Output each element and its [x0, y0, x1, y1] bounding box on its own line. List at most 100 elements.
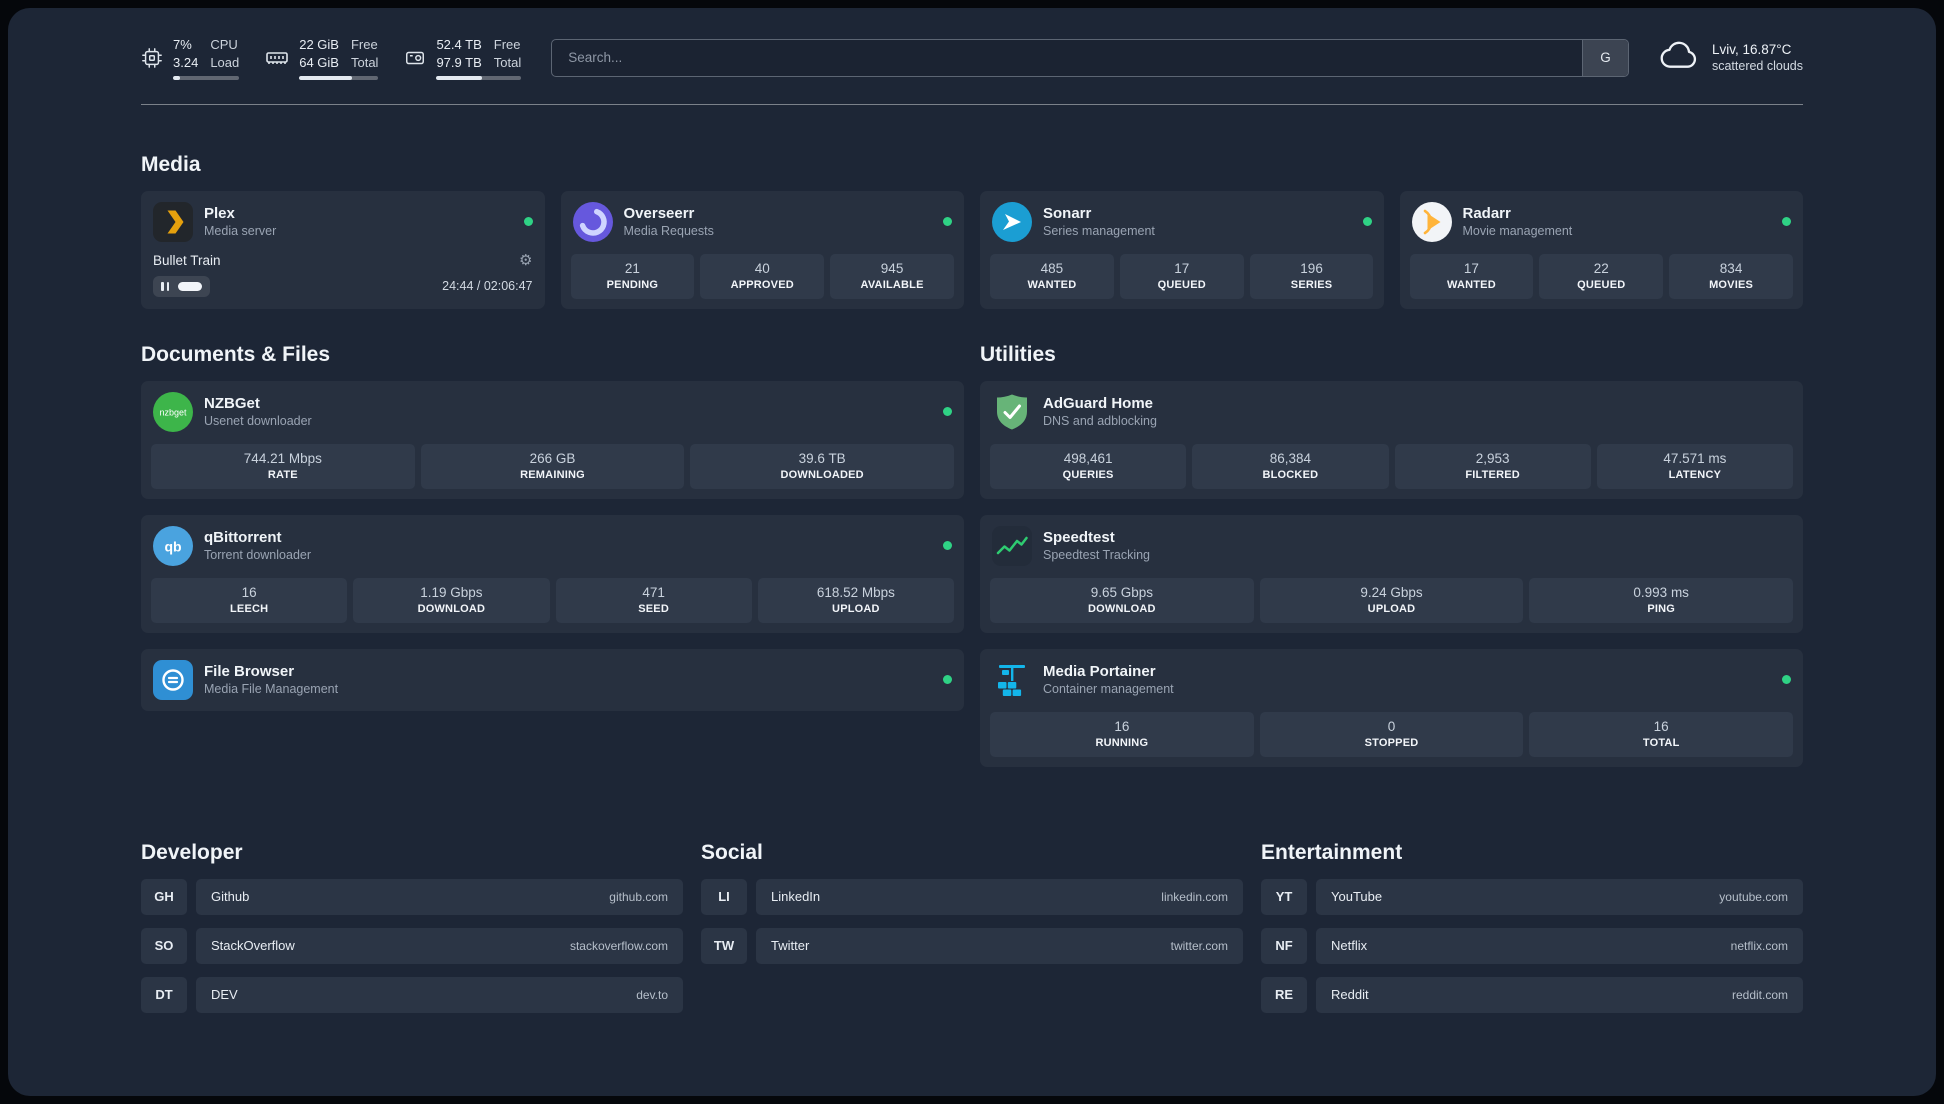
status-dot — [523, 217, 533, 227]
bookmark-stackoverflow[interactable]: SO StackOverflow stackoverflow.com — [141, 927, 683, 964]
stat-tile: 21 PENDING — [570, 253, 695, 299]
bookmark-github[interactable]: GH Github github.com — [141, 878, 683, 915]
bookmark-link[interactable]: StackOverflow stackoverflow.com — [196, 927, 683, 964]
section-documents: Documents & Files nzbget NZBGet Usenet d… — [141, 343, 964, 727]
service-card-qbittorrent[interactable]: qb qBittorrent Torrent downloader 16 LEE… — [141, 514, 964, 633]
service-card-overseerr[interactable]: Overseerr Media Requests 21 PENDING 40 A… — [560, 190, 964, 309]
bookmark-link[interactable]: Twitter twitter.com — [756, 927, 1243, 964]
stat-value: 86,384 — [1269, 450, 1312, 466]
speedtest-icon — [992, 525, 1032, 566]
nzbget-icon: nzbget — [153, 391, 193, 432]
search-input[interactable] — [552, 39, 1582, 76]
service-name: Speedtest — [1043, 529, 1115, 547]
bookmark-group-title: Developer — [141, 840, 243, 864]
service-card-portainer[interactable]: Media Portainer Container management 16 … — [980, 648, 1803, 767]
service-card-filebrowser[interactable]: File Browser Media File Management — [141, 648, 964, 711]
pause-button[interactable] — [153, 275, 210, 297]
stat-tile: 17 QUEUED — [1119, 253, 1244, 299]
stat-value: 485 — [1040, 260, 1064, 276]
bookmark-youtube[interactable]: YT YouTube youtube.com — [1261, 878, 1803, 915]
bookmark-reddit[interactable]: RE Reddit reddit.com — [1261, 976, 1803, 1013]
status-dot — [943, 675, 952, 685]
weather-widget[interactable]: Lviv, 16.87°C scattered clouds — [1659, 40, 1803, 75]
stat-label: SERIES — [1290, 278, 1333, 291]
search-box: G — [551, 38, 1629, 77]
bookmark-dev[interactable]: DT DEV dev.to — [141, 976, 683, 1013]
stat-value: 40 — [754, 260, 770, 276]
disk-progress-bar — [436, 76, 522, 80]
stat-value: 16 — [241, 584, 257, 600]
service-name: Plex — [204, 205, 235, 223]
stat-label: FILTERED — [1465, 468, 1520, 481]
bookmark-link[interactable]: Github github.com — [196, 878, 683, 915]
service-card-nzbget[interactable]: nzbget NZBGet Usenet downloader 744.21 M… — [141, 380, 964, 499]
weather-condition: scattered clouds — [1711, 59, 1803, 74]
bookmark-abbr: NF — [1261, 927, 1307, 964]
weather-location: Lviv, 16.87°C — [1711, 42, 1792, 58]
stat-tile: 1.19 Gbps DOWNLOAD — [353, 577, 550, 623]
stat-tile: 744.21 Mbps RATE — [151, 443, 415, 489]
service-card-speedtest[interactable]: Speedtest Speedtest Tracking 9.65 Gbps D… — [980, 514, 1803, 633]
bookmark-link[interactable]: Reddit reddit.com — [1316, 976, 1803, 1013]
stat-tile: 16 RUNNING — [990, 711, 1254, 757]
stat-value: 266 GB — [529, 450, 576, 466]
playback-progress — [178, 281, 202, 291]
cpu-progress-bar — [173, 76, 240, 80]
stat-tile: 618.52 Mbps UPLOAD — [757, 577, 954, 623]
service-card-adguard[interactable]: AdGuard Home DNS and adblocking 498,461 … — [980, 380, 1803, 499]
cpu-label-bottom: Load — [210, 55, 240, 71]
bookmark-link[interactable]: Netflix netflix.com — [1316, 927, 1803, 964]
service-name: Radarr — [1462, 205, 1511, 223]
stat-value: 744.21 Mbps — [243, 450, 322, 466]
stat-label: MOVIES — [1709, 278, 1754, 291]
service-name: Sonarr — [1043, 205, 1092, 223]
stat-tile: 2,953 FILTERED — [1394, 443, 1591, 489]
bookmark-abbr: LI — [701, 878, 747, 915]
stat-label: WANTED — [1027, 278, 1077, 291]
status-dot — [1782, 675, 1791, 685]
bookmark-abbr: TW — [701, 927, 747, 964]
filebrowser-icon — [153, 659, 193, 700]
stat-tile: 16 LEECH — [151, 577, 348, 623]
stat-value: 17 — [1463, 260, 1479, 276]
service-card-sonarr[interactable]: Sonarr Series management 485 WANTED 17 Q… — [980, 190, 1384, 309]
bookmark-group-social: Social LI LinkedIn linkedin.com TW Twitt… — [701, 841, 1243, 977]
service-name: NZBGet — [204, 395, 260, 413]
section-title-documents: Documents & Files — [141, 342, 331, 366]
stat-value: 22 — [1593, 260, 1609, 276]
bookmark-link[interactable]: DEV dev.to — [196, 976, 683, 1013]
stat-label: APPROVED — [730, 278, 794, 291]
service-name: Media Portainer — [1043, 663, 1156, 681]
service-name: qBittorrent — [204, 529, 282, 547]
gear-icon[interactable]: ⚙ — [519, 253, 532, 268]
service-subtitle: Speedtest Tracking — [1043, 548, 1151, 563]
stat-value: 0 — [1387, 718, 1396, 734]
disk-label-bottom: Total — [493, 55, 522, 71]
service-card-radarr[interactable]: Radarr Movie management 17 WANTED 22 QUE… — [1399, 190, 1803, 309]
stat-label: LEECH — [229, 602, 269, 615]
now-playing-widget: Bullet Train ⚙ 24:44 / 02:06:47 — [141, 253, 545, 309]
qbittorrent-icon: qb — [153, 525, 193, 566]
section-media: Media Plex Media server Bullet Train ⚙ 2… — [141, 153, 1803, 309]
stat-value: 618.52 Mbps — [816, 584, 895, 600]
stat-value: 16 — [1114, 718, 1130, 734]
stat-tile: 9.24 Gbps UPLOAD — [1259, 577, 1524, 623]
bookmark-link[interactable]: LinkedIn linkedin.com — [756, 878, 1243, 915]
section-utilities: Utilities AdGuard Home DNS and adblockin… — [980, 343, 1803, 783]
adguard-icon — [992, 392, 1032, 432]
service-card-plex[interactable]: Plex Media server Bullet Train ⚙ 24:44 /… — [141, 190, 545, 309]
stat-tile: 834 MOVIES — [1669, 253, 1793, 299]
bookmark-twitter[interactable]: TW Twitter twitter.com — [701, 927, 1243, 964]
status-dot — [943, 541, 952, 551]
bookmark-link[interactable]: YouTube youtube.com — [1316, 878, 1803, 915]
dashboard: 7% 3.24 CPU Load 22 GiB 64 GiB Free Tota… — [8, 8, 1936, 1096]
stat-value: 1.19 Gbps — [420, 584, 483, 600]
bookmark-netflix[interactable]: NF Netflix netflix.com — [1261, 927, 1803, 964]
stat-tile: 22 QUEUED — [1539, 253, 1664, 299]
stat-tile: 16 TOTAL — [1529, 711, 1794, 757]
playback-time: 24:44 / 02:06:47 — [442, 279, 533, 294]
stat-label: QUERIES — [1062, 468, 1114, 481]
search-provider-button[interactable]: G — [1581, 39, 1628, 76]
top-bar: 7% 3.24 CPU Load 22 GiB 64 GiB Free Tota… — [141, 36, 1803, 80]
bookmark-linkedin[interactable]: LI LinkedIn linkedin.com — [701, 878, 1243, 915]
